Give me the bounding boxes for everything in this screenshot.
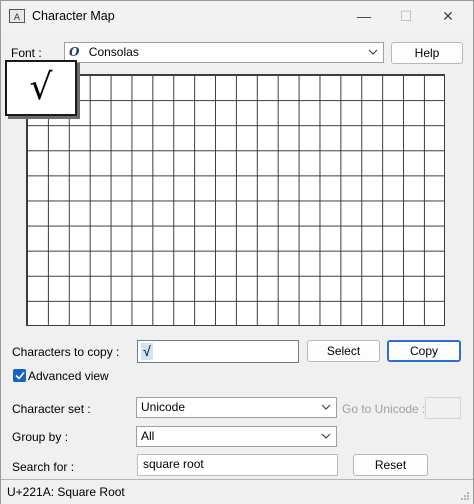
group-by-label: Group by :: [12, 430, 69, 444]
group-by-value: All: [141, 429, 155, 443]
character-set-label: Character set :: [12, 402, 91, 416]
characters-to-copy-value: √: [141, 343, 153, 360]
title-bar: A Character Map — ☐ ✕: [1, 1, 473, 32]
minimize-button[interactable]: —: [341, 1, 387, 31]
resize-grip-icon[interactable]: [460, 491, 470, 501]
minimize-icon: —: [357, 8, 371, 24]
font-label: Font :: [11, 46, 42, 60]
help-button[interactable]: Help: [391, 42, 463, 64]
character-map-window: A Character Map — ☐ ✕ Font : O Consolas …: [0, 0, 474, 504]
go-to-unicode-label: Go to Unicode :: [342, 402, 426, 416]
character-set-dropdown[interactable]: Unicode: [136, 397, 337, 418]
chevron-down-icon: [321, 404, 331, 410]
font-dropdown[interactable]: O Consolas: [64, 42, 384, 63]
close-button[interactable]: ✕: [425, 1, 471, 31]
chevron-down-icon: [368, 49, 378, 55]
checkmark-icon: [14, 371, 25, 380]
search-for-label: Search for :: [12, 460, 75, 474]
character-set-value: Unicode: [141, 400, 186, 414]
character-grid[interactable]: [26, 74, 445, 326]
maximize-icon: ☐: [399, 7, 413, 24]
go-to-unicode-field: [425, 397, 461, 419]
characters-to-copy-label: Characters to copy :: [12, 345, 120, 359]
window-title: Character Map: [32, 9, 115, 23]
enlarged-character-preview: √: [5, 60, 77, 116]
status-text: U+221A: Square Root: [7, 485, 125, 499]
advanced-view-label: Advanced view: [28, 369, 109, 383]
close-icon: ✕: [442, 7, 454, 24]
character-map-app-icon: A: [9, 9, 25, 23]
search-input[interactable]: square root: [137, 454, 338, 476]
copy-button[interactable]: Copy: [387, 340, 461, 362]
reset-button[interactable]: Reset: [353, 454, 428, 476]
status-bar: U+221A: Square Root: [1, 479, 473, 504]
chevron-down-icon: [321, 433, 331, 439]
opentype-font-icon: O: [69, 45, 80, 59]
svg-text:A: A: [14, 13, 21, 23]
font-dropdown-value: Consolas: [88, 45, 139, 59]
select-button[interactable]: Select: [307, 340, 380, 362]
characters-to-copy-field[interactable]: √: [137, 340, 299, 363]
advanced-view-checkbox[interactable]: [13, 369, 26, 382]
maximize-button[interactable]: ☐: [383, 1, 429, 31]
group-by-dropdown[interactable]: All: [136, 426, 337, 447]
